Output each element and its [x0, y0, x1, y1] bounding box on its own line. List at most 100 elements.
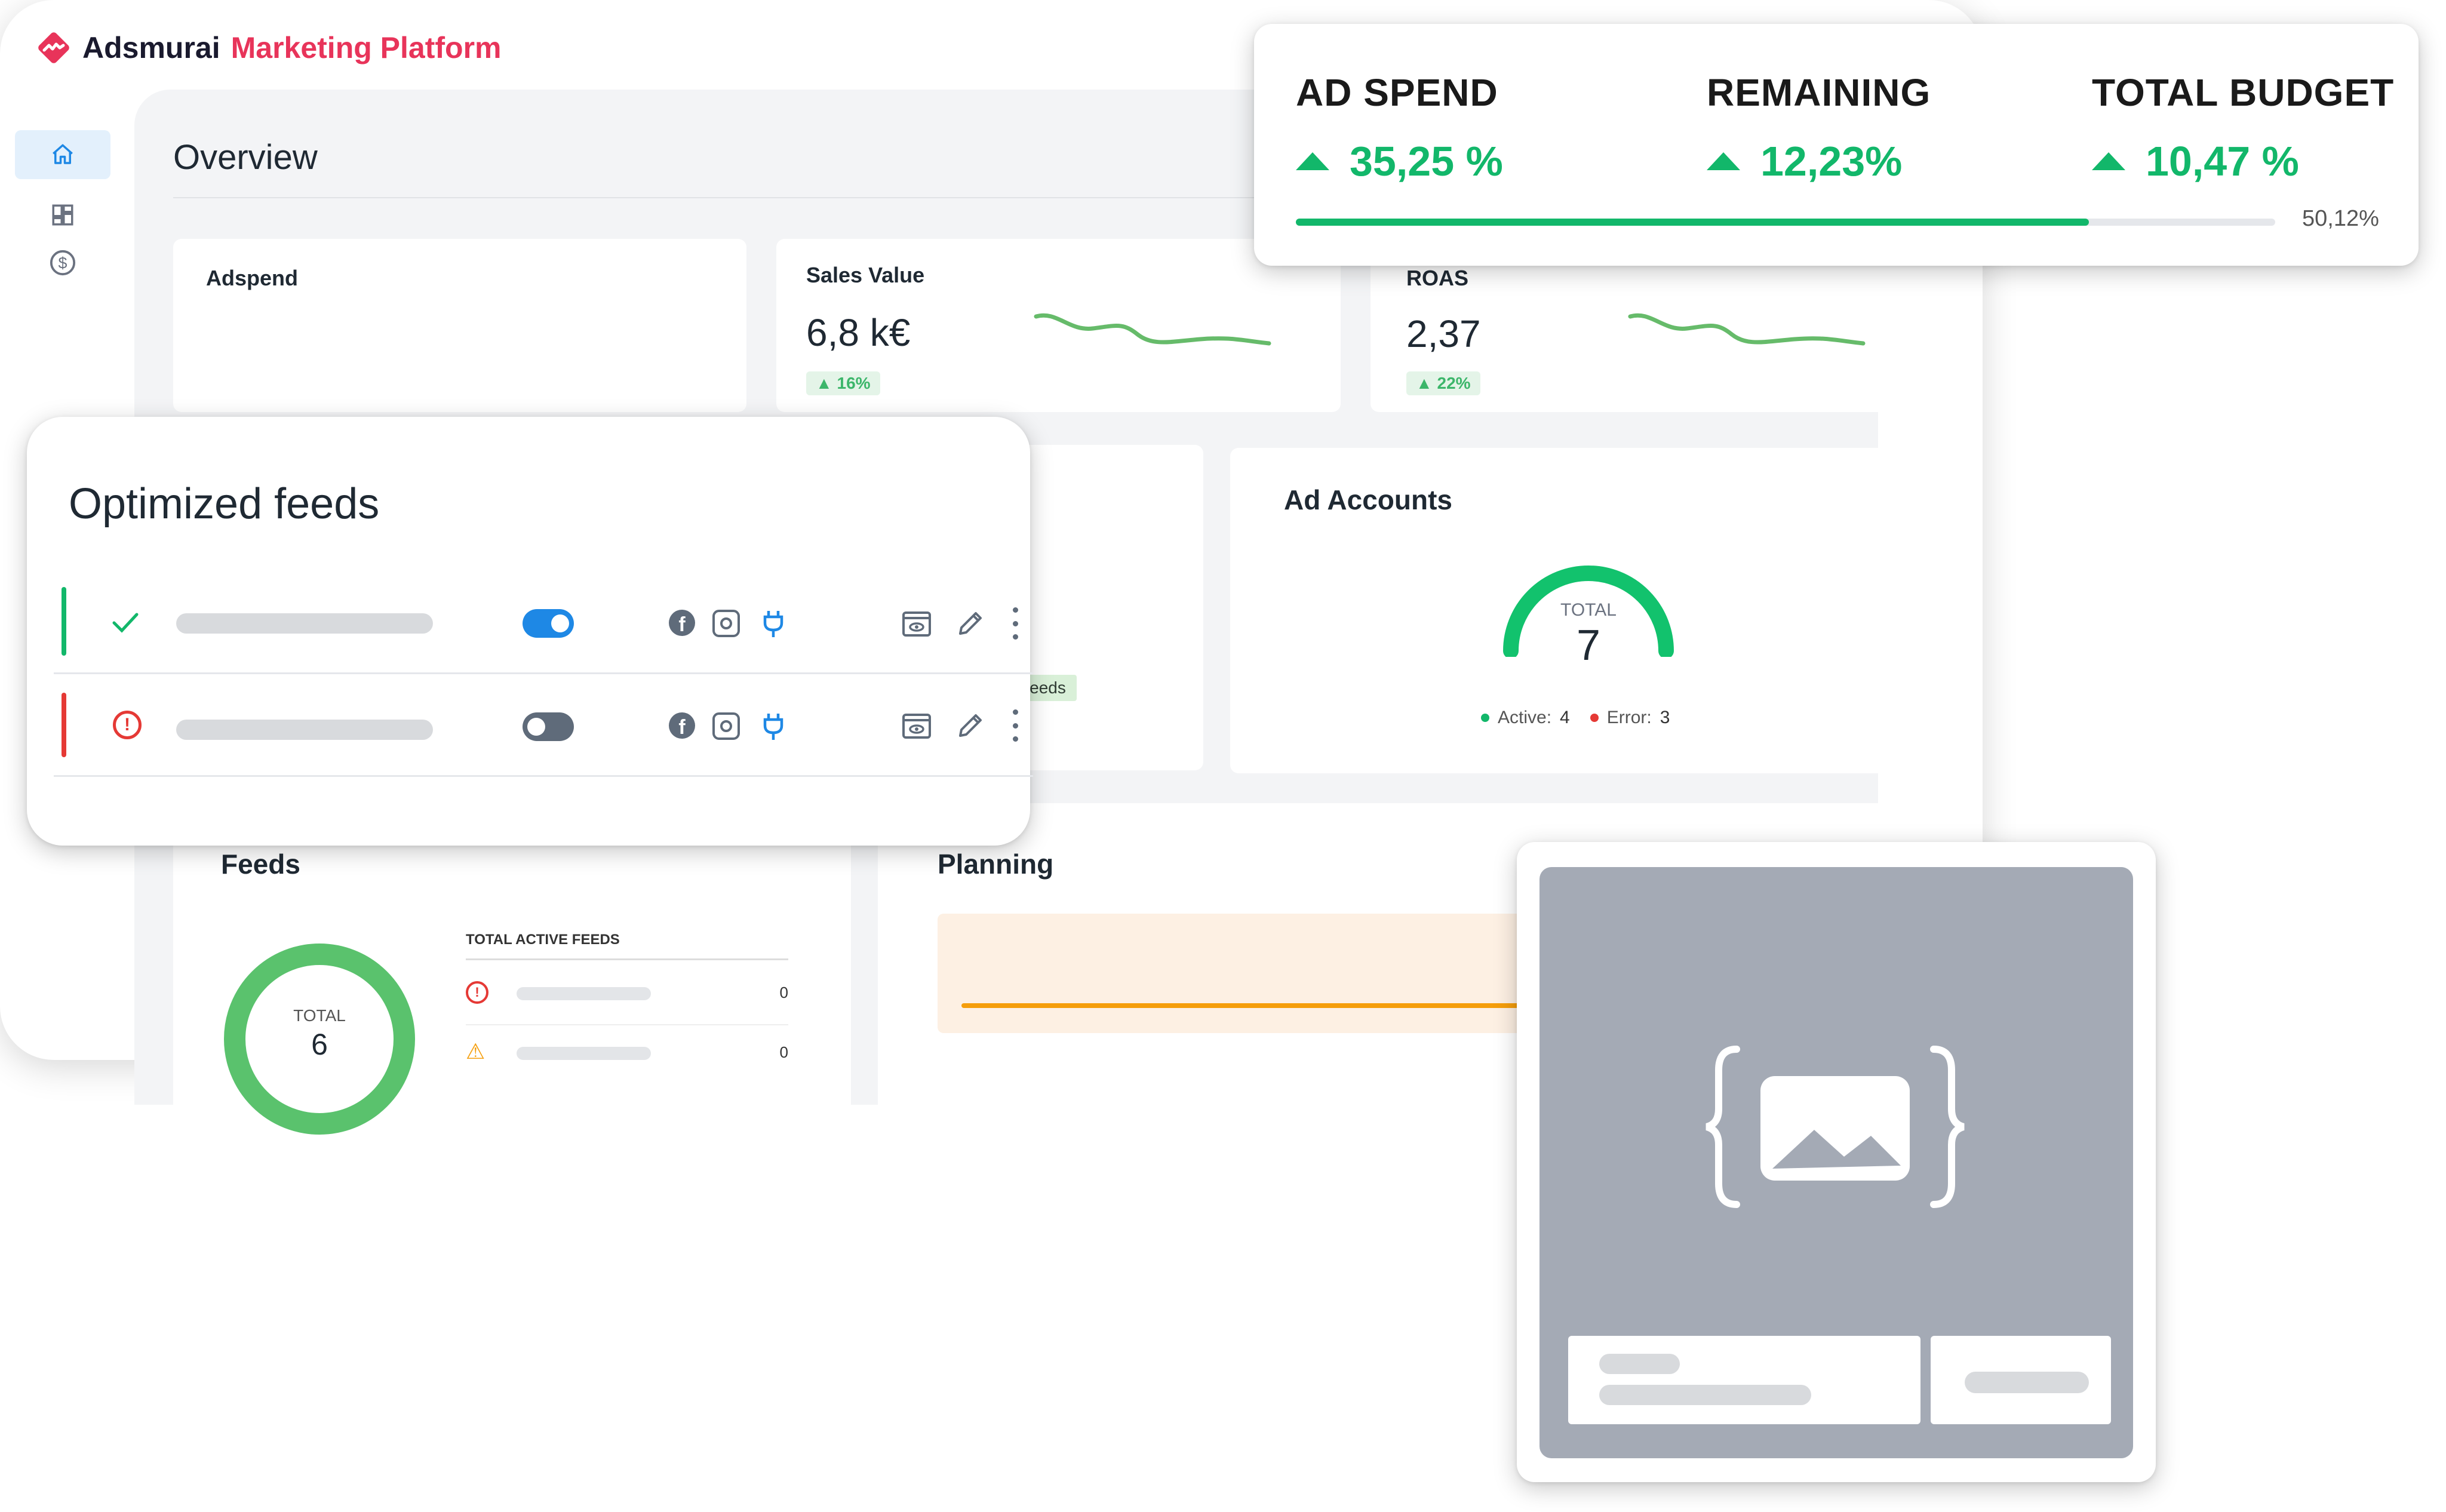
- sidebar-item-dashboard[interactable]: [15, 191, 110, 239]
- preview-icon[interactable]: [902, 611, 932, 637]
- more-options-icon[interactable]: [1012, 709, 1018, 742]
- error-icon: !: [113, 711, 142, 739]
- kpi-label: Sales Value: [806, 263, 925, 287]
- feed-row[interactable]: ! f: [51, 693, 1030, 764]
- row-divider: [466, 1024, 788, 1025]
- optimized-feeds-card: Optimized feeds f ! f: [27, 417, 1033, 846]
- sidebar-item-home[interactable]: [15, 130, 110, 179]
- legend-error-label: Error:: [1606, 708, 1652, 727]
- brand-logo[interactable]: Adsmurai Marketing Platform: [36, 27, 501, 69]
- row-count: 0: [779, 984, 788, 1001]
- feeds-table-header: TOTAL ACTIVE FEEDS: [466, 932, 620, 948]
- kpi-change-badge: ▲ 16%: [806, 371, 880, 395]
- ad-spend-label: AD SPEND: [1296, 71, 1498, 114]
- table-row[interactable]: ! 0: [466, 976, 788, 1012]
- kpi-label: ROAS: [1406, 266, 1469, 290]
- kpi-value: 6,8 k€: [806, 311, 911, 354]
- arrow-up-icon: ▲: [1416, 374, 1437, 392]
- dollar-icon: $: [50, 250, 76, 276]
- svg-text:$: $: [59, 254, 67, 272]
- warning-icon: ⚠: [466, 1039, 485, 1064]
- check-icon: [112, 613, 139, 633]
- row-divider: [54, 672, 1033, 674]
- remaining-stat: 12,23%: [1707, 137, 1902, 185]
- cta-label-placeholder: [1965, 1372, 2089, 1393]
- dashboard-icon: [52, 204, 73, 226]
- card-title: Feeds: [221, 849, 300, 880]
- ad-spend-stat: 35,25 %: [1296, 137, 1503, 185]
- facebook-icon[interactable]: f: [669, 712, 695, 739]
- preview-icon[interactable]: [902, 713, 932, 739]
- feed-toggle[interactable]: [523, 712, 574, 741]
- total-budget-value: 10,47 %: [2146, 138, 2299, 185]
- edit-icon[interactable]: [955, 711, 985, 740]
- arrow-up-icon: [2092, 152, 2125, 170]
- row-label-placeholder: [517, 987, 651, 1000]
- ad-accounts-legend: Active: 4 Error: 3: [1481, 708, 1670, 728]
- more-options-icon[interactable]: [1012, 607, 1018, 640]
- kpi-change-badge: ▲ 22%: [1406, 371, 1480, 395]
- total-budget-stat: 10,47 %: [2092, 137, 2299, 185]
- ad-preview-canvas[interactable]: [1539, 867, 2133, 1458]
- error-dot-icon: [1590, 714, 1599, 722]
- row-divider: [54, 775, 1033, 777]
- adsmurai-logo-icon: [38, 32, 69, 63]
- sparkline-chart: [1628, 313, 1866, 346]
- legend-active-label: Active:: [1498, 708, 1552, 727]
- error-icon: !: [466, 981, 488, 1004]
- donut-total-value: 6: [311, 1028, 328, 1061]
- card-title: Planning: [938, 849, 1054, 880]
- table-row[interactable]: ⚠ 0: [466, 1036, 788, 1072]
- ad-spend-value: 35,25 %: [1350, 138, 1503, 185]
- sidebar: $: [15, 130, 110, 287]
- toggle-knob: [527, 718, 545, 736]
- card-title: Optimized feeds: [69, 480, 380, 528]
- arrow-up-icon: [1296, 152, 1329, 170]
- home-icon: [53, 144, 73, 164]
- ad-caption-box: [1568, 1336, 1920, 1424]
- ad-cta-box[interactable]: [1931, 1336, 2111, 1424]
- plug-icon[interactable]: [761, 711, 785, 741]
- card-title: Ad Accounts: [1284, 484, 1452, 515]
- feed-row[interactable]: f: [51, 587, 1030, 659]
- brand-product: Marketing Platform: [231, 31, 502, 64]
- caption-line-placeholder: [1599, 1385, 1811, 1405]
- budget-progress-fill: [1296, 219, 2089, 226]
- brand-name: Adsmurai: [82, 31, 220, 64]
- remaining-label: REMAINING: [1707, 71, 1931, 114]
- instagram-icon[interactable]: [712, 610, 740, 637]
- feed-name-placeholder: [176, 720, 433, 740]
- kpi-card-sales-value[interactable]: Sales Value 6,8 k€ ▲ 16%: [776, 239, 1341, 412]
- feed-toggle[interactable]: [523, 609, 574, 638]
- table-header-divider: [466, 958, 788, 960]
- row-count: 0: [779, 1043, 788, 1061]
- remaining-value: 12,23%: [1760, 138, 1903, 185]
- kpi-label: Adspend: [206, 266, 299, 290]
- row-label-placeholder: [517, 1047, 651, 1060]
- arrow-up-icon: [1707, 152, 1740, 170]
- gauge-total-label: TOTAL: [1560, 600, 1617, 620]
- kpi-value: 2,37: [1406, 312, 1481, 355]
- edit-icon[interactable]: [955, 609, 985, 638]
- legend-active-value: 4: [1560, 708, 1570, 727]
- total-budget-label: TOTAL BUDGET: [2092, 71, 2395, 114]
- active-dot-icon: [1481, 714, 1489, 722]
- kpi-card-adspend[interactable]: Adspend: [173, 239, 746, 412]
- budget-progress-track: [1296, 219, 2275, 226]
- status-bar-error: [62, 693, 66, 757]
- sidebar-item-billing[interactable]: $: [15, 239, 110, 287]
- facebook-icon[interactable]: f: [669, 610, 695, 636]
- donut-total-label: TOTAL: [293, 1006, 346, 1025]
- gauge-total-value: 7: [1576, 622, 1601, 669]
- toggle-knob: [551, 614, 569, 632]
- budget-progress-label: 50,12%: [2302, 206, 2379, 231]
- ad-accounts-card[interactable]: Ad Accounts TOTAL 7 Active: 4 Error: 3: [1230, 448, 1920, 773]
- caption-line-placeholder: [1599, 1354, 1680, 1374]
- status-bar-ok: [62, 587, 66, 656]
- plug-icon[interactable]: [761, 609, 785, 638]
- instagram-icon[interactable]: [712, 712, 740, 740]
- ad-preview-card: [1517, 842, 2156, 1482]
- sparkline-chart: [1034, 313, 1271, 346]
- budget-stats-card: AD SPEND 35,25 % REMAINING 12,23% TOTAL …: [1254, 24, 2419, 266]
- page-title: Overview: [173, 138, 318, 177]
